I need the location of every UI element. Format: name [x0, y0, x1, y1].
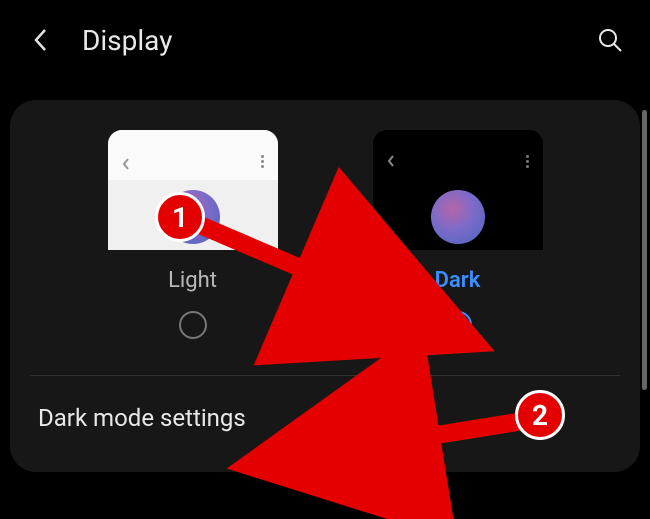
theme-option-dark[interactable]: Dark	[373, 130, 543, 339]
back-button[interactable]	[24, 24, 56, 56]
chevron-left-icon	[387, 152, 395, 171]
scroll-indicator[interactable]	[642, 110, 647, 390]
page-title: Display	[82, 24, 594, 57]
theme-options: Light Dark	[30, 130, 620, 339]
theme-orb-icon	[166, 190, 220, 244]
light-preview	[108, 130, 278, 250]
search-icon	[597, 27, 623, 53]
more-icon	[526, 155, 529, 168]
search-button[interactable]	[594, 24, 626, 56]
dark-mode-settings-row[interactable]: Dark mode settings	[30, 404, 620, 432]
back-icon	[33, 28, 47, 52]
light-label: Light	[168, 268, 217, 293]
chevron-left-icon	[122, 155, 130, 167]
dark-preview	[373, 130, 543, 250]
divider	[30, 375, 620, 376]
theme-orb-icon	[431, 190, 485, 244]
theme-option-light[interactable]: Light	[108, 130, 278, 339]
dark-label: Dark	[435, 268, 481, 293]
more-icon	[261, 155, 264, 168]
dark-radio[interactable]	[444, 311, 472, 339]
header: Display	[0, 0, 650, 80]
display-card: Light Dark Da	[10, 100, 640, 472]
light-radio[interactable]	[179, 311, 207, 339]
